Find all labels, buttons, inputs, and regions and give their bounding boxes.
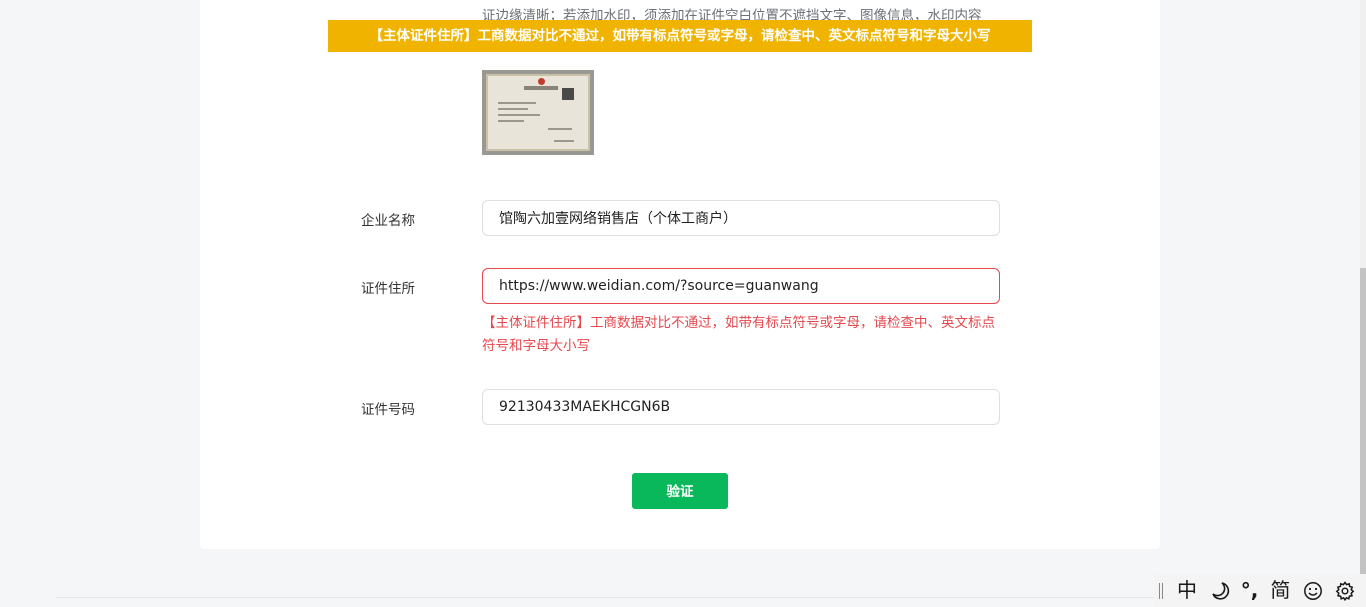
smiley-icon[interactable]: [1302, 580, 1324, 602]
company-name-input[interactable]: [482, 200, 1000, 236]
ime-toolbar: 中 °, 简: [1154, 574, 1366, 607]
ime-mode-toggle[interactable]: 中: [1177, 574, 1197, 607]
license-number-label: 证件号码: [361, 402, 415, 418]
address-error-message: 【主体证件住所】工商数据对比不通过，如带有标点符号或字母，请检查中、英文标点符号…: [482, 315, 995, 354]
company-name-label: 企业名称: [361, 213, 415, 229]
ime-drag-handle[interactable]: [1159, 582, 1163, 599]
license-thumbnail[interactable]: [482, 70, 594, 155]
ime-punctuation-toggle[interactable]: °,: [1241, 574, 1259, 607]
ime-charset-toggle[interactable]: 简: [1270, 574, 1290, 607]
license-image: [486, 74, 590, 151]
error-toast: 【主体证件住所】工商数据对比不通过，如带有标点符号或字母，请检查中、英文标点符号…: [328, 20, 1032, 52]
address-label: 证件住所: [361, 281, 415, 297]
seal-icon: [538, 78, 545, 85]
footer-divider: [56, 597, 1156, 598]
address-input[interactable]: [482, 268, 1000, 304]
scrollbar-thumb[interactable]: [1360, 268, 1366, 580]
license-number-input[interactable]: [482, 389, 1000, 425]
verify-button[interactable]: 验证: [632, 473, 728, 509]
page: 证边缘清晰；若添加水印，须添加在证件空白位置不遮挡文字、图像信息，水印内容 【主…: [0, 0, 1366, 607]
moon-icon[interactable]: [1209, 580, 1231, 602]
gear-icon[interactable]: [1334, 580, 1356, 602]
qr-code-icon: [562, 88, 574, 100]
